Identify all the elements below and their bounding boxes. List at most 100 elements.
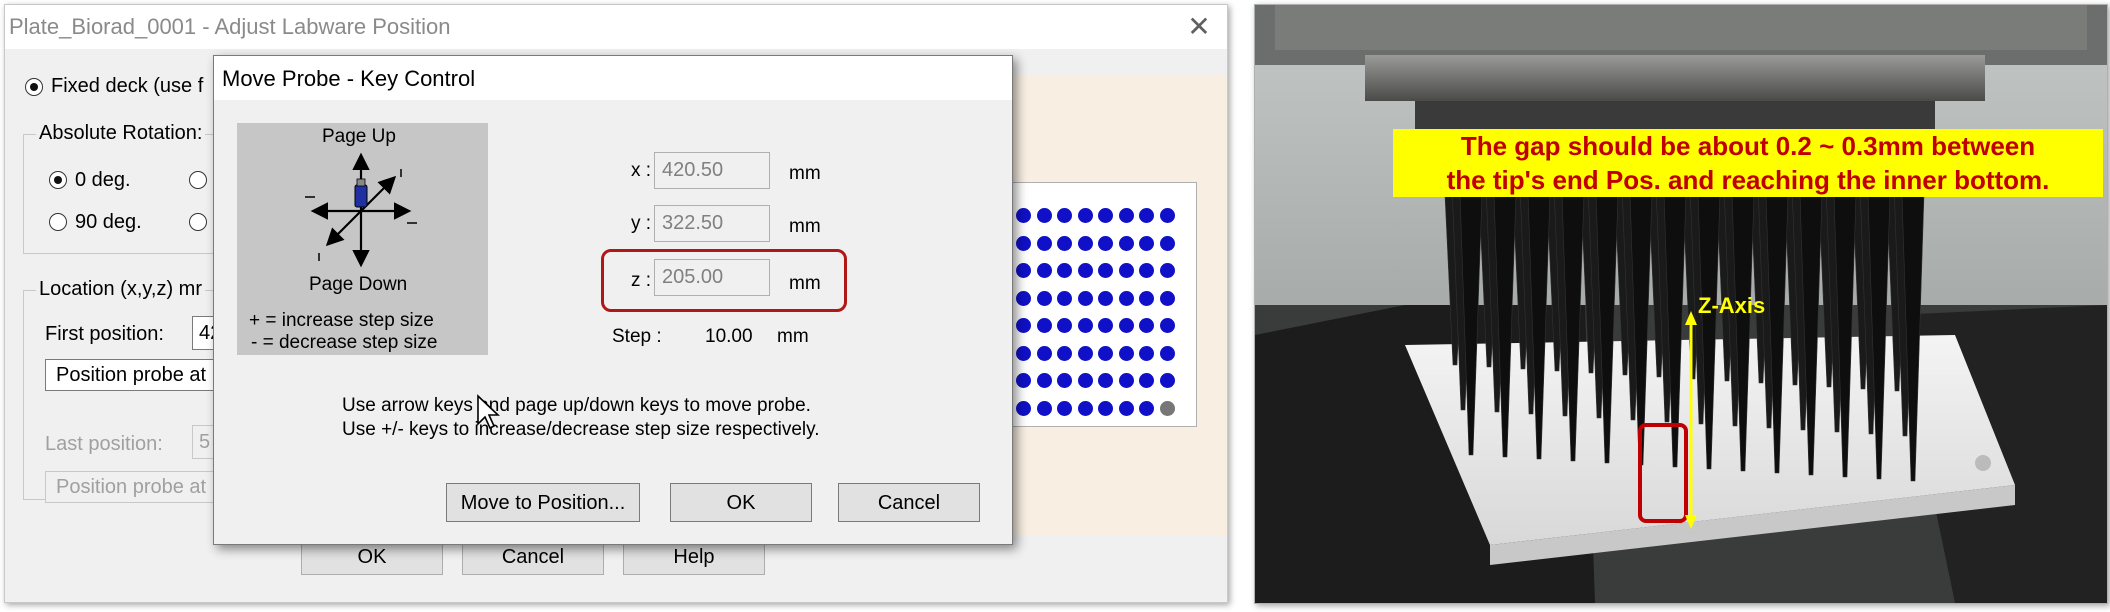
plate-well bbox=[1159, 235, 1175, 251]
absolute-rotation-group bbox=[23, 134, 223, 254]
plate-diagram bbox=[1007, 182, 1197, 427]
step-unit: mm bbox=[777, 326, 809, 347]
z-highlight-box bbox=[601, 249, 847, 312]
plate-well bbox=[1159, 345, 1175, 361]
last-position-label: Last position: bbox=[45, 433, 163, 455]
plate-well bbox=[1057, 373, 1072, 388]
plate-well bbox=[1118, 373, 1134, 388]
decrease-step-hint: - = decrease step size bbox=[251, 332, 438, 353]
rotation-90-radio[interactable] bbox=[49, 213, 67, 231]
plate-well bbox=[1077, 263, 1093, 278]
dialog-cancel-button[interactable]: Cancel bbox=[838, 483, 980, 522]
gap-annotation: The gap should be about 0.2 ~ 0.3mm betw… bbox=[1393, 129, 2103, 197]
key-control-panel: Page Up Page Down + = increase step size… bbox=[237, 123, 488, 355]
instruction-line-2: Use +/- keys to increase/decrease step s… bbox=[342, 419, 820, 440]
plate-well bbox=[1016, 345, 1031, 361]
plate-well bbox=[1036, 318, 1052, 333]
plate-well bbox=[1036, 345, 1052, 361]
position-probe-button-2[interactable]: Position probe at bbox=[45, 471, 235, 503]
page-down-label: Page Down bbox=[309, 274, 408, 295]
plate-well bbox=[1077, 400, 1093, 416]
rotation-180-radio[interactable] bbox=[189, 171, 207, 189]
location-label: Location (x,y,z) mr bbox=[36, 278, 205, 301]
plate-well bbox=[1016, 373, 1031, 388]
rotation-0-label: 0 deg. bbox=[75, 169, 131, 191]
plate-well bbox=[1077, 318, 1093, 333]
fixed-deck-radio[interactable] bbox=[25, 78, 43, 96]
step-label: Step : bbox=[612, 326, 662, 347]
x-field[interactable]: 420.50 bbox=[654, 152, 770, 189]
plate-well bbox=[1098, 400, 1113, 416]
step-value: 10.00 bbox=[705, 326, 753, 347]
x-label: x : bbox=[630, 160, 651, 181]
plate-well bbox=[1139, 318, 1154, 333]
plate-well bbox=[1139, 235, 1154, 251]
page-up-label: Page Up bbox=[322, 126, 396, 147]
plate-well bbox=[1016, 235, 1031, 251]
first-position-label: First position: bbox=[45, 323, 164, 345]
plate-well bbox=[1077, 208, 1093, 223]
plate-well bbox=[1036, 400, 1052, 416]
plate-well bbox=[1139, 208, 1154, 223]
close-button[interactable]: ✕ bbox=[1181, 10, 1217, 43]
mouse-cursor-icon bbox=[477, 394, 501, 430]
plate-well bbox=[1098, 345, 1113, 361]
plate-well bbox=[1118, 345, 1134, 361]
rotation-90-label: 90 deg. bbox=[75, 211, 142, 233]
plate-well bbox=[1098, 373, 1113, 388]
plate-well bbox=[1139, 345, 1154, 361]
plate-well bbox=[1036, 235, 1052, 251]
rotation-270-radio[interactable] bbox=[189, 213, 207, 231]
plate-well bbox=[1036, 373, 1052, 388]
plate-well bbox=[1139, 373, 1154, 388]
plate-well bbox=[1118, 208, 1134, 223]
plate-well bbox=[1098, 235, 1113, 251]
plate-well bbox=[1036, 290, 1052, 306]
plate-well bbox=[1118, 318, 1134, 333]
window-titlebar: Plate_Biorad_0001 - Adjust Labware Posit… bbox=[5, 5, 1227, 49]
plate-well bbox=[1016, 290, 1031, 306]
plate-well bbox=[1016, 263, 1031, 278]
plate-well bbox=[1077, 373, 1093, 388]
plate-well bbox=[1159, 400, 1175, 416]
plate-well bbox=[1139, 400, 1154, 416]
y-unit: mm bbox=[789, 216, 821, 237]
plate-well bbox=[1139, 263, 1154, 278]
move-to-position-button[interactable]: Move to Position... bbox=[446, 483, 640, 522]
annotation-line-1: The gap should be about 0.2 ~ 0.3mm betw… bbox=[1460, 131, 2036, 161]
y-field[interactable]: 322.50 bbox=[654, 205, 770, 242]
plate-well bbox=[1118, 263, 1134, 278]
plate-well bbox=[1057, 318, 1072, 333]
move-probe-dialog: Move Probe - Key Control Page Up Page Do… bbox=[213, 55, 1013, 545]
rotation-0-radio[interactable] bbox=[49, 171, 67, 189]
plate-well bbox=[1118, 235, 1134, 251]
plate-well bbox=[1016, 400, 1031, 416]
plate-well bbox=[1159, 263, 1175, 278]
plate-well bbox=[1139, 290, 1154, 306]
plate-well bbox=[1098, 208, 1113, 223]
plate-well bbox=[1159, 290, 1175, 306]
position-probe-button-1[interactable]: Position probe at bbox=[45, 359, 235, 391]
dialog-ok-button[interactable]: OK bbox=[670, 483, 812, 522]
plate-well bbox=[1118, 290, 1134, 306]
instrument-photo: The gap should be about 0.2 ~ 0.3mm betw… bbox=[1254, 4, 2108, 604]
window-title: Plate_Biorad_0001 - Adjust Labware Posit… bbox=[9, 14, 451, 39]
plate-well bbox=[1077, 235, 1093, 251]
plate-well bbox=[1077, 290, 1093, 306]
plate-well bbox=[1016, 318, 1031, 333]
plate-well bbox=[1016, 208, 1031, 223]
direction-arrows-icon bbox=[305, 152, 417, 268]
plate-well bbox=[1159, 208, 1175, 223]
plate-well bbox=[1057, 208, 1072, 223]
dialog-titlebar: Move Probe - Key Control bbox=[214, 56, 1012, 100]
absolute-rotation-label: Absolute Rotation: bbox=[36, 122, 206, 145]
y-label: y : bbox=[630, 213, 651, 234]
plate-well bbox=[1036, 263, 1052, 278]
increase-step-hint: + = increase step size bbox=[249, 310, 434, 331]
annotation-line-2: the tip's end Pos. and reaching the inne… bbox=[1446, 165, 2050, 195]
plate-well bbox=[1036, 208, 1052, 223]
instruction-line-1: Use arrow keys and page up/down keys to … bbox=[342, 395, 811, 416]
plate-well bbox=[1077, 345, 1093, 361]
z-axis-label: Z-Axis bbox=[1698, 293, 1766, 318]
fixed-deck-label: Fixed deck (use f bbox=[51, 75, 204, 97]
